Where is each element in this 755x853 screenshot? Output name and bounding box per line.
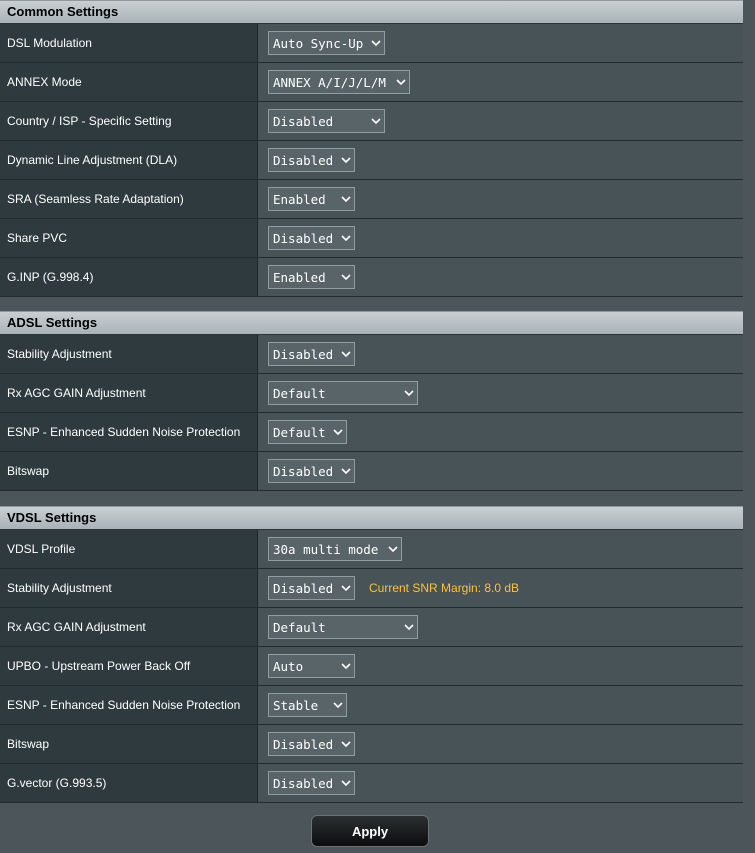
- row-ginp: G.INP (G.998.4) Enabled: [0, 258, 743, 297]
- row-vdsl-upbo: UPBO - Upstream Power Back Off Auto: [0, 647, 743, 686]
- vdsl-upbo-select[interactable]: Auto: [268, 654, 355, 678]
- adsl-stability-select[interactable]: Disabled: [268, 342, 355, 366]
- row-dsl-modulation: DSL Modulation Auto Sync-Up: [0, 24, 743, 63]
- row-label: Share PVC: [0, 219, 258, 257]
- chevron-down-icon: [371, 38, 381, 48]
- row-annex-mode: ANNEX Mode ANNEX A/I/J/L/M: [0, 63, 743, 102]
- chevron-down-icon: [341, 661, 351, 671]
- select-value: Disabled: [273, 463, 334, 479]
- chevron-down-icon: [333, 700, 343, 710]
- row-label: Rx AGC GAIN Adjustment: [0, 374, 258, 412]
- select-value: Disabled: [273, 736, 334, 752]
- row-share-pvc: Share PVC Disabled: [0, 219, 743, 258]
- row-label: SRA (Seamless Rate Adaptation): [0, 180, 258, 218]
- chevron-down-icon: [341, 583, 351, 593]
- vdsl-stability-select[interactable]: Disabled: [268, 576, 355, 600]
- row-vdsl-stability: Stability Adjustment Disabled Current SN…: [0, 569, 743, 608]
- annex-mode-select[interactable]: ANNEX A/I/J/L/M: [268, 70, 410, 94]
- row-label: Stability Adjustment: [0, 569, 258, 607]
- gvector-select[interactable]: Disabled: [268, 771, 355, 795]
- row-adsl-esnp: ESNP - Enhanced Sudden Noise Protection …: [0, 413, 743, 452]
- row-vdsl-profile: VDSL Profile 30a multi mode: [0, 530, 743, 569]
- snr-margin-note: Current SNR Margin: 8.0 dB: [369, 581, 520, 595]
- chevron-down-icon: [371, 116, 381, 126]
- select-value: ANNEX A/I/J/L/M: [273, 74, 386, 90]
- ginp-select[interactable]: Enabled: [268, 265, 355, 289]
- row-vdsl-esnp: ESNP - Enhanced Sudden Noise Protection …: [0, 686, 743, 725]
- adsl-rx-agc-select[interactable]: Default: [268, 381, 418, 405]
- select-value: Enabled: [273, 191, 326, 207]
- chevron-down-icon: [388, 544, 398, 554]
- chevron-down-icon: [341, 739, 351, 749]
- row-gvector: G.vector (G.993.5) Disabled: [0, 764, 743, 803]
- row-label: VDSL Profile: [0, 530, 258, 568]
- chevron-down-icon: [341, 155, 351, 165]
- apply-button[interactable]: Apply: [311, 815, 429, 847]
- vdsl-rx-agc-select[interactable]: Default: [268, 615, 418, 639]
- select-value: Disabled: [273, 230, 334, 246]
- country-isp-select[interactable]: Disabled: [268, 109, 385, 133]
- chevron-down-icon: [341, 349, 351, 359]
- select-value: Default: [273, 424, 326, 440]
- adsl-bitswap-select[interactable]: Disabled: [268, 459, 355, 483]
- row-adsl-bitswap: Bitswap Disabled: [0, 452, 743, 491]
- select-value: Auto: [273, 658, 304, 674]
- select-value: Disabled: [273, 113, 334, 129]
- select-value: Auto Sync-Up: [273, 35, 364, 51]
- select-value: Disabled: [273, 580, 334, 596]
- row-country-isp: Country / ISP - Specific Setting Disable…: [0, 102, 743, 141]
- chevron-down-icon: [341, 233, 351, 243]
- chevron-down-icon: [341, 466, 351, 476]
- row-sra: SRA (Seamless Rate Adaptation) Enabled: [0, 180, 743, 219]
- row-label: ESNP - Enhanced Sudden Noise Protection: [0, 413, 258, 451]
- row-adsl-stability: Stability Adjustment Disabled: [0, 335, 743, 374]
- select-value: Default: [273, 385, 326, 401]
- chevron-down-icon: [404, 388, 414, 398]
- row-label: ESNP - Enhanced Sudden Noise Protection: [0, 686, 258, 724]
- vdsl-profile-select[interactable]: 30a multi mode: [268, 537, 402, 561]
- row-label: Dynamic Line Adjustment (DLA): [0, 141, 258, 179]
- select-value: Enabled: [273, 269, 326, 285]
- row-label: G.vector (G.993.5): [0, 764, 258, 802]
- select-value: Disabled: [273, 346, 334, 362]
- row-label: UPBO - Upstream Power Back Off: [0, 647, 258, 685]
- section-header-adsl: ADSL Settings: [0, 311, 743, 335]
- row-label: Rx AGC GAIN Adjustment: [0, 608, 258, 646]
- select-value: Stable: [273, 697, 319, 713]
- row-label: DSL Modulation: [0, 24, 258, 62]
- row-adsl-rx-agc: Rx AGC GAIN Adjustment Default: [0, 374, 743, 413]
- row-dla: Dynamic Line Adjustment (DLA) Disabled: [0, 141, 743, 180]
- select-value: Disabled: [273, 775, 334, 791]
- select-value: Default: [273, 619, 326, 635]
- row-vdsl-bitswap: Bitswap Disabled: [0, 725, 743, 764]
- row-label: Country / ISP - Specific Setting: [0, 102, 258, 140]
- share-pvc-select[interactable]: Disabled: [268, 226, 355, 250]
- row-label: G.INP (G.998.4): [0, 258, 258, 296]
- select-value: Disabled: [273, 152, 334, 168]
- dsl-modulation-select[interactable]: Auto Sync-Up: [268, 31, 385, 55]
- adsl-esnp-select[interactable]: Default: [268, 420, 347, 444]
- vdsl-bitswap-select[interactable]: Disabled: [268, 732, 355, 756]
- row-label: Stability Adjustment: [0, 335, 258, 373]
- page-right-edge: [743, 0, 755, 853]
- chevron-down-icon: [341, 778, 351, 788]
- row-vdsl-rx-agc: Rx AGC GAIN Adjustment Default: [0, 608, 743, 647]
- common-settings-section: Common Settings DSL Modulation Auto Sync…: [0, 0, 743, 297]
- chevron-down-icon: [341, 272, 351, 282]
- chevron-down-icon: [341, 194, 351, 204]
- select-value: 30a multi mode: [273, 541, 379, 557]
- chevron-down-icon: [333, 427, 343, 437]
- section-header-common: Common Settings: [0, 0, 743, 24]
- vdsl-esnp-select[interactable]: Stable: [268, 693, 347, 717]
- adsl-settings-section: ADSL Settings Stability Adjustment Disab…: [0, 311, 743, 491]
- section-header-vdsl: VDSL Settings: [0, 506, 743, 530]
- dla-select[interactable]: Disabled: [268, 148, 355, 172]
- chevron-down-icon: [404, 622, 414, 632]
- sra-select[interactable]: Enabled: [268, 187, 355, 211]
- row-label: Bitswap: [0, 725, 258, 763]
- vdsl-settings-section: VDSL Settings VDSL Profile 30a multi mod…: [0, 506, 743, 803]
- row-label: Bitswap: [0, 452, 258, 490]
- row-label: ANNEX Mode: [0, 63, 258, 101]
- chevron-down-icon: [396, 77, 406, 87]
